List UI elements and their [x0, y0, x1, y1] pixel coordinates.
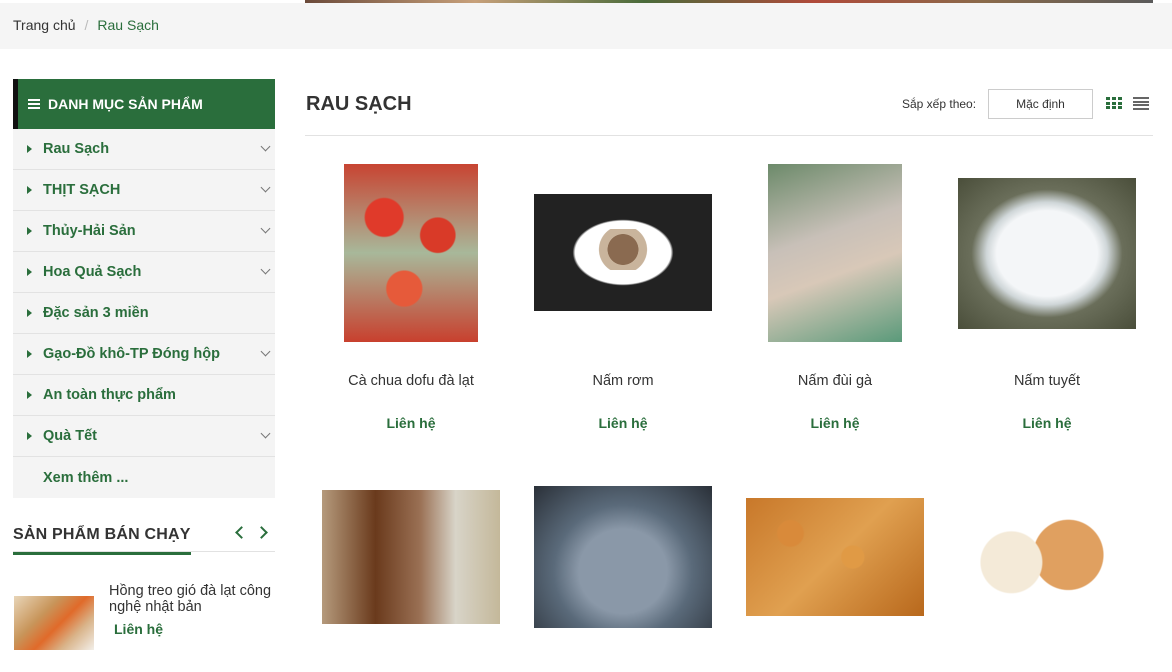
breadcrumb-separator: /: [84, 17, 89, 33]
bestseller-name[interactable]: Hồng treo gió đà lạt công nghệ nhật bản: [109, 583, 279, 615]
product-price: Liên hệ: [810, 415, 860, 431]
category-item-dac-san[interactable]: Đặc sản 3 miền: [13, 293, 275, 334]
product-card[interactable]: [305, 478, 517, 672]
product-name[interactable]: Nấm rơm: [517, 373, 729, 389]
caret-right-icon: [27, 186, 32, 194]
product-name[interactable]: Nấm đùi gà: [729, 373, 941, 389]
category-sidebar: DANH MỤC SẢN PHẨM Rau Sạch THỊT SẠCH Thủ…: [13, 79, 275, 498]
product-name[interactable]: Cà chua dofu đà lạt: [305, 373, 517, 389]
product-card[interactable]: Cà chua dofu đà lạt Liên hệ: [305, 150, 517, 450]
category-item-label: THỊT SẠCH: [43, 182, 121, 198]
category-heading[interactable]: DANH MỤC SẢN PHẨM: [13, 79, 275, 129]
category-item-label: Rau Sạch: [43, 141, 110, 157]
product-price: Liên hệ: [386, 415, 436, 431]
caret-right-icon: [27, 268, 32, 276]
product-image[interactable]: [958, 178, 1136, 329]
category-item-label: An toàn thực phẩm: [43, 387, 176, 403]
category-see-more[interactable]: Xem thêm ...: [13, 457, 275, 498]
category-item-thit-sach[interactable]: THỊT SẠCH: [13, 170, 275, 211]
product-card[interactable]: [941, 478, 1153, 672]
chevron-down-icon[interactable]: [260, 223, 271, 234]
category-item-label: Hoa Quả Sạch: [43, 264, 142, 280]
breadcrumb-current: Rau Sạch: [97, 17, 159, 33]
category-item-label: Thủy-Hải Sản: [43, 223, 136, 239]
breadcrumb-home-link[interactable]: Trang chủ: [13, 17, 76, 33]
product-price: Liên hệ: [1022, 415, 1072, 431]
product-image[interactable]: [344, 164, 478, 342]
caret-right-icon: [27, 309, 32, 317]
product-card[interactable]: Nấm đùi gà Liên hệ: [729, 150, 941, 450]
product-image[interactable]: [746, 498, 924, 616]
category-item-label: Đặc sản 3 miền: [43, 305, 149, 321]
category-item-thuy-hai-san[interactable]: Thủy-Hải Sản: [13, 211, 275, 252]
chevron-left-icon[interactable]: [235, 526, 248, 539]
breadcrumb: Trang chủ / Rau Sạch: [13, 17, 159, 33]
sort-label: Sắp xếp theo:: [902, 97, 977, 111]
chevron-down-icon[interactable]: [260, 141, 271, 152]
product-image[interactable]: [322, 490, 500, 624]
list-view-icon[interactable]: [1133, 97, 1149, 110]
caret-right-icon: [27, 350, 32, 358]
bestseller-price: Liên hệ: [114, 621, 164, 637]
category-item-label: Gạo-Đồ khô-TP Đóng hộp: [43, 346, 220, 362]
product-name[interactable]: Nấm tuyết: [941, 373, 1153, 389]
bestsellers-title: SẢN PHẨM BÁN CHẠY: [13, 526, 191, 555]
chevron-right-icon[interactable]: [255, 526, 268, 539]
category-item-rau-sach[interactable]: Rau Sạch: [13, 129, 275, 170]
category-list: Rau Sạch THỊT SẠCH Thủy-Hải Sản Hoa Quả …: [13, 129, 275, 498]
product-card[interactable]: [517, 478, 729, 672]
page-title: RAU SẠCH: [306, 93, 412, 115]
category-item-gao-do-kho[interactable]: Gạo-Đồ khô-TP Đóng hộp: [13, 334, 275, 375]
menu-icon: [28, 99, 40, 109]
bestseller-item[interactable]: Hồng treo gió đà lạt công nghệ nhật bản …: [13, 582, 275, 652]
product-card[interactable]: Nấm tuyết Liên hệ: [941, 150, 1153, 450]
see-more-label: Xem thêm ...: [43, 469, 129, 486]
chevron-down-icon[interactable]: [260, 428, 271, 439]
caret-right-icon: [27, 432, 32, 440]
category-item-hoa-qua-sach[interactable]: Hoa Quả Sạch: [13, 252, 275, 293]
product-image[interactable]: [768, 164, 902, 342]
product-card[interactable]: Nấm rơm Liên hệ: [517, 150, 729, 450]
chevron-down-icon[interactable]: [260, 346, 271, 357]
category-item-qua-tet[interactable]: Quà Tết: [13, 416, 275, 457]
product-image[interactable]: [534, 486, 712, 628]
caret-right-icon: [27, 391, 32, 399]
category-item-an-toan[interactable]: An toàn thực phẩm: [13, 375, 275, 416]
category-item-label: Quà Tết: [43, 428, 97, 444]
sort-select[interactable]: Mặc định: [988, 89, 1093, 119]
chevron-down-icon[interactable]: [260, 264, 271, 275]
product-price: Liên hệ: [598, 415, 648, 431]
product-image[interactable]: [534, 194, 712, 311]
bestseller-image[interactable]: [14, 596, 94, 650]
chevron-down-icon[interactable]: [260, 182, 271, 193]
grid-view-icon[interactable]: [1106, 97, 1122, 110]
product-card[interactable]: [729, 478, 941, 672]
category-heading-label: DANH MỤC SẢN PHẨM: [48, 96, 203, 112]
title-divider: [305, 135, 1153, 136]
breadcrumb-bar: Trang chủ / Rau Sạch: [0, 3, 1172, 49]
product-image[interactable]: [958, 504, 1136, 610]
caret-right-icon: [27, 145, 32, 153]
bestsellers-header: SẢN PHẨM BÁN CHẠY: [13, 522, 275, 555]
caret-right-icon: [27, 227, 32, 235]
